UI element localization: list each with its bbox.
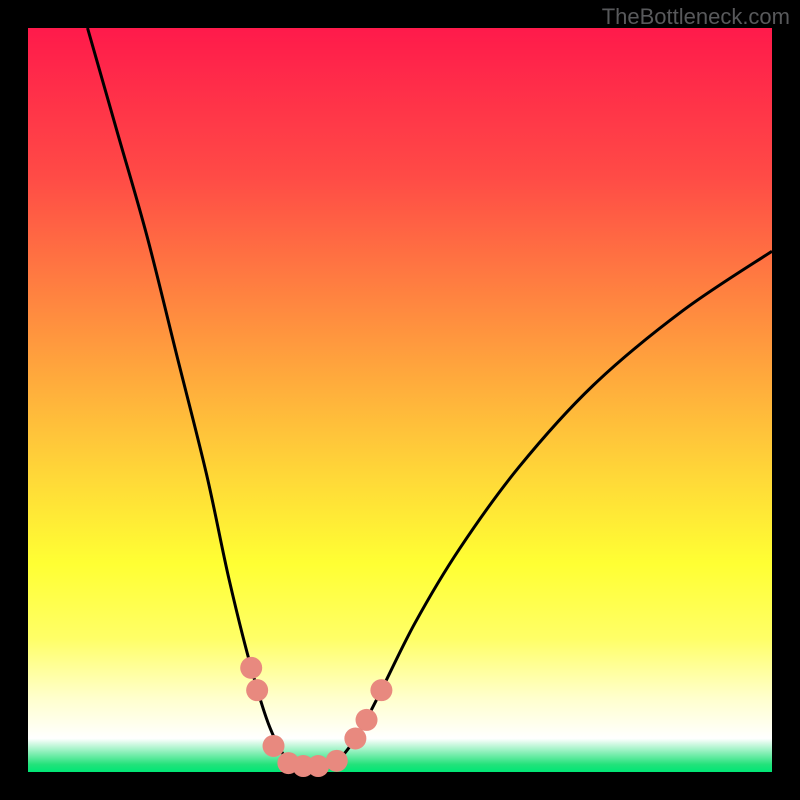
bottleneck-chart	[0, 0, 800, 800]
curve-marker	[307, 755, 329, 777]
plot-background	[28, 28, 772, 772]
curve-marker	[263, 735, 285, 757]
curve-marker	[356, 709, 378, 731]
curve-marker	[344, 728, 366, 750]
curve-marker	[240, 657, 262, 679]
curve-marker	[246, 679, 268, 701]
attribution-text: TheBottleneck.com	[602, 4, 790, 30]
curve-marker	[326, 750, 348, 772]
curve-marker	[370, 679, 392, 701]
